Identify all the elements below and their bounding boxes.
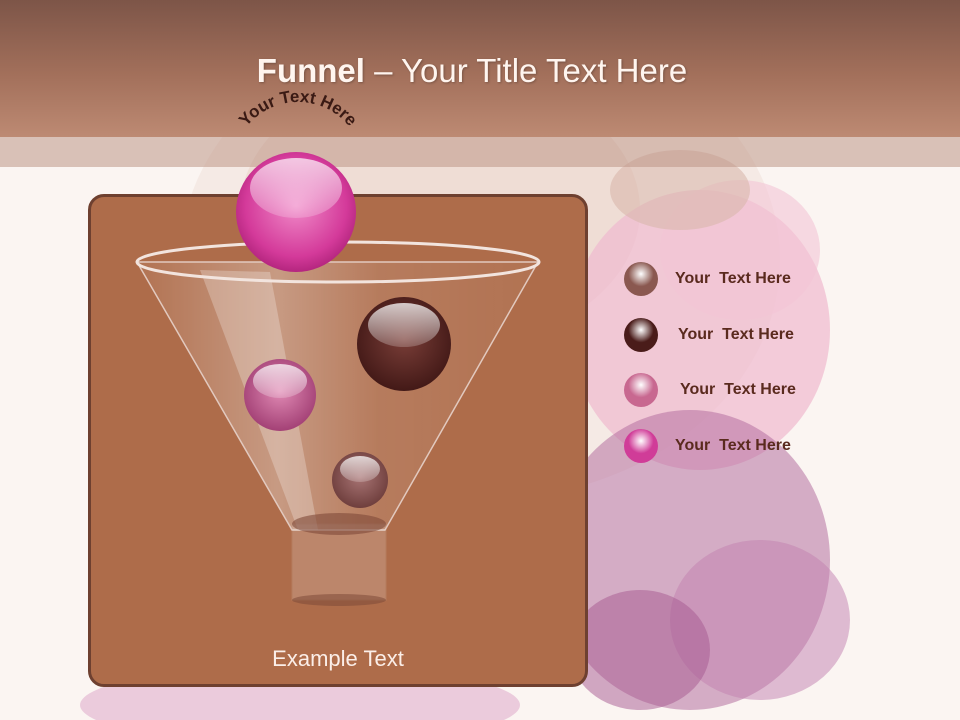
legend-label: Your Text Here	[680, 381, 796, 398]
legend-label: Your Text Here	[678, 326, 794, 343]
legend-label: Your Text Here	[675, 437, 791, 454]
legend-label: Your Text Here	[675, 270, 791, 287]
legend-ball-icon	[624, 373, 658, 407]
example-text[interactable]: Example Text	[88, 646, 588, 672]
legend-item[interactable]: Your Text Here	[624, 429, 864, 463]
legend-ball-icon	[624, 318, 658, 352]
legend-item[interactable]: Your Text Here	[624, 373, 864, 407]
legend-ball-icon	[624, 262, 658, 296]
arc-text: Your Text Here	[235, 87, 361, 130]
legend-item[interactable]: Your Text Here	[624, 262, 864, 296]
legend-ball-icon	[624, 429, 658, 463]
legend-item[interactable]: Your Text Here	[624, 318, 864, 352]
funnel-spout	[291, 523, 387, 601]
funnel-graphic: Your Text Here	[135, 87, 541, 606]
